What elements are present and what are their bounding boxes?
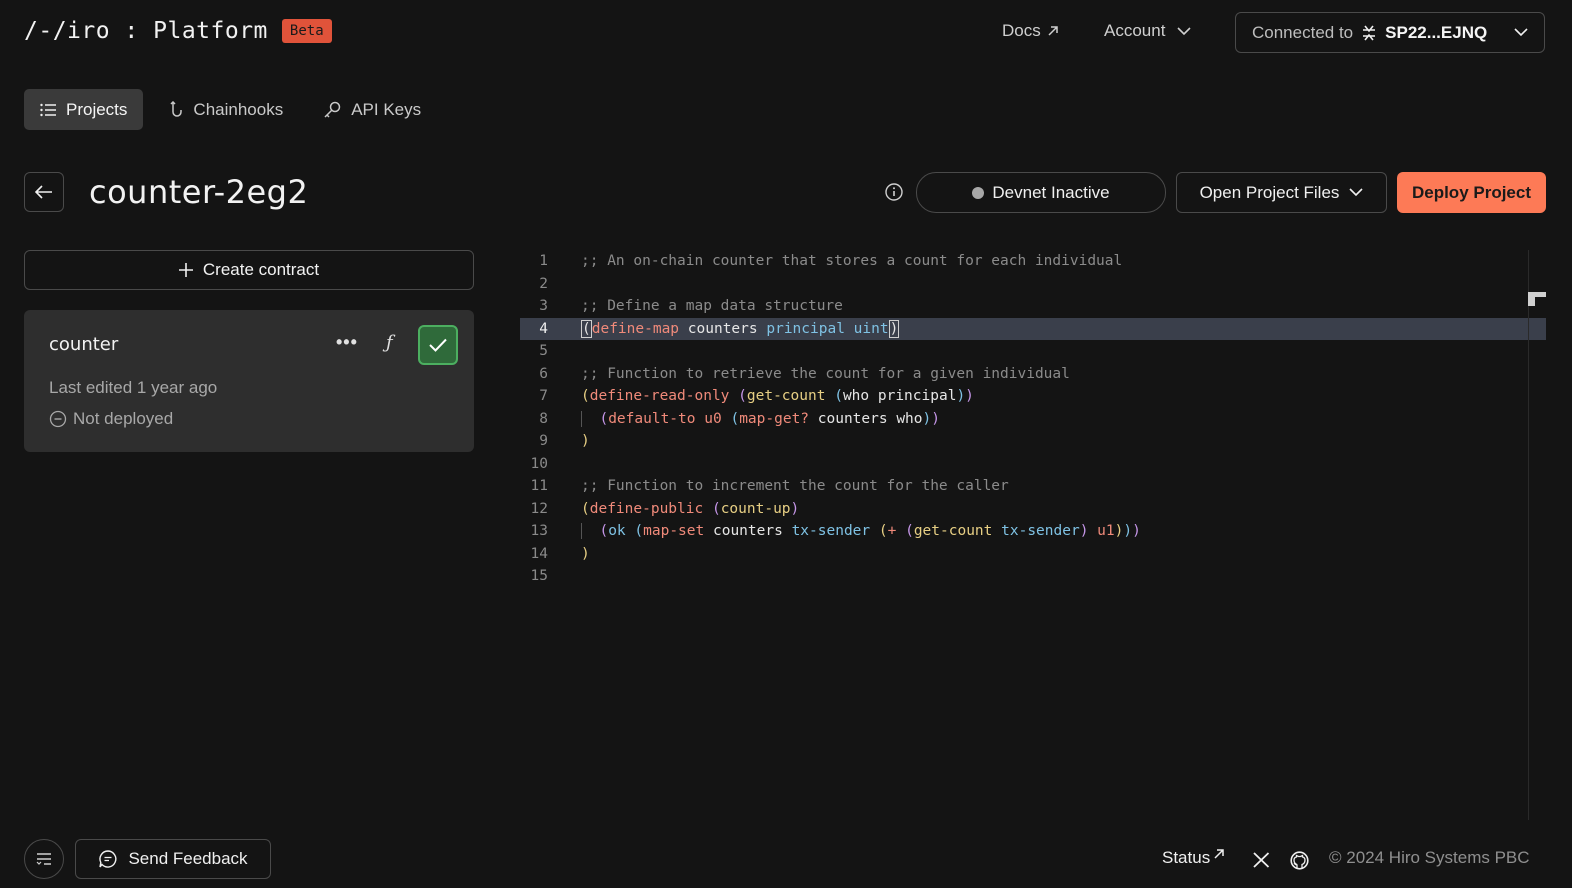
- line-number: 13: [530, 523, 548, 539]
- logo[interactable]: /-/iro : Platform Beta: [24, 18, 332, 44]
- line-number: 10: [530, 455, 548, 472]
- code-line: 14 ): [520, 543, 1546, 566]
- connected-label: Connected to: [1252, 22, 1354, 42]
- line-number: 15: [530, 568, 548, 584]
- docs-link[interactable]: Docs: [1002, 21, 1059, 41]
- code-line: 9 ): [520, 430, 1546, 453]
- code-line: 13 (ok (map-set counters tx-sender (+ (g…: [520, 520, 1546, 543]
- last-edited-text: Last edited 1 year ago: [49, 378, 218, 397]
- status-link[interactable]: Status: [1162, 848, 1225, 868]
- code-line: 11 ;; Function to increment the count fo…: [520, 475, 1546, 498]
- editor-scrollbar[interactable]: [1528, 250, 1529, 820]
- hook-icon: [167, 100, 183, 119]
- status-label: Status: [1162, 848, 1211, 867]
- more-options-icon[interactable]: •••: [336, 332, 358, 353]
- open-files-label: Open Project Files: [1199, 182, 1340, 202]
- chevron-down-icon: [1349, 188, 1363, 197]
- info-icon[interactable]: [884, 182, 904, 202]
- code-line: 10: [520, 453, 1546, 476]
- line-number: 14: [530, 545, 548, 562]
- line-number: 6: [539, 365, 548, 382]
- external-link-icon: [1213, 848, 1225, 860]
- line-number: 3: [539, 298, 548, 314]
- deploy-project-button[interactable]: Deploy Project: [1397, 172, 1546, 213]
- line-number: 11: [530, 478, 548, 494]
- line-number: 2: [539, 275, 548, 292]
- list-icon: [40, 103, 56, 117]
- contract-name: counter: [49, 334, 119, 355]
- devnet-status-button[interactable]: Devnet Inactive: [916, 172, 1166, 213]
- line-number: 8: [539, 410, 548, 427]
- code-line: 7 (define-read-only (get-count (who prin…: [520, 385, 1546, 408]
- devnet-status-label: Devnet Inactive: [992, 182, 1110, 202]
- key-icon: [323, 101, 341, 119]
- minimap-cursor-marker: [1528, 292, 1546, 306]
- wallet-address: SP22...EJNQ: [1385, 22, 1488, 42]
- chevron-down-icon: [1514, 28, 1528, 37]
- send-feedback-button[interactable]: Send Feedback: [75, 839, 271, 879]
- check-contract-button[interactable]: [418, 325, 458, 365]
- account-label: Account: [1104, 21, 1166, 40]
- minus-circle-icon: [49, 410, 67, 428]
- menu-lines-icon: [36, 853, 52, 865]
- deploy-status-label: Not deployed: [73, 409, 174, 428]
- footer-menu-button[interactable]: [24, 839, 64, 879]
- open-project-files-button[interactable]: Open Project Files: [1176, 172, 1387, 213]
- status-dot: [972, 186, 985, 199]
- function-icon[interactable]: ƒ: [386, 332, 393, 353]
- x-twitter-icon[interactable]: [1253, 852, 1270, 868]
- stacks-icon: [1361, 25, 1377, 41]
- docs-label: Docs: [1002, 21, 1041, 40]
- wallet-connection-button[interactable]: Connected to SP22...EJNQ: [1235, 12, 1545, 53]
- tab-label: Chainhooks: [193, 99, 284, 119]
- line-number: 12: [530, 500, 548, 517]
- line-number: 5: [539, 343, 548, 359]
- main-tabs: Projects Chainhooks API Keys: [24, 89, 437, 130]
- code-editor[interactable]: 1 ;; An on-chain counter that stores a c…: [520, 250, 1546, 820]
- code-line: 12 (define-public (count-up): [520, 498, 1546, 521]
- external-link-icon: [1047, 25, 1059, 37]
- arrow-left-icon: [35, 185, 53, 199]
- line-number: 1: [539, 253, 548, 269]
- tab-chainhooks[interactable]: Chainhooks: [151, 89, 299, 130]
- line-number: 9: [539, 433, 548, 449]
- create-contract-label: Create contract: [202, 260, 320, 279]
- code-line-current: 4 (define-map counters principal uint): [520, 317, 1546, 340]
- copyright-text: © 2024 Hiro Systems PBC: [1329, 848, 1530, 867]
- chevron-down-icon: [1177, 26, 1192, 36]
- back-button[interactable]: [24, 172, 64, 212]
- github-icon[interactable]: [1290, 851, 1309, 870]
- plus-icon: [178, 263, 193, 277]
- line-number: 7: [539, 388, 548, 404]
- feedback-label: Send Feedback: [128, 849, 248, 868]
- code-line: 1 ;; An on-chain counter that stores a c…: [520, 250, 1546, 273]
- beta-badge: Beta: [281, 19, 332, 43]
- tab-label: Projects: [66, 99, 128, 119]
- tab-api-keys[interactable]: API Keys: [307, 89, 437, 130]
- code-line: 5: [520, 340, 1546, 363]
- code-line: 6 ;; Function to retrieve the count for …: [520, 363, 1546, 386]
- contract-card[interactable]: counter ••• ƒ Last edited 1 year ago Not…: [24, 310, 474, 452]
- check-icon: [429, 338, 447, 352]
- tab-label: API Keys: [351, 99, 422, 119]
- chat-bubble-icon: [98, 849, 118, 869]
- code-line: 8 (default-to u0 (map-get? counters who)…: [520, 408, 1546, 431]
- create-contract-button[interactable]: Create contract: [24, 250, 474, 290]
- project-title: counter-2eg2: [89, 173, 309, 211]
- deploy-status: Not deployed: [49, 409, 173, 429]
- logo-text: /-/iro : Platform: [24, 18, 268, 44]
- account-menu[interactable]: Account: [1104, 21, 1192, 41]
- tab-projects[interactable]: Projects: [24, 89, 144, 130]
- line-number: 4: [539, 320, 548, 337]
- code-line: 15: [520, 565, 1546, 588]
- code-line: 2: [520, 273, 1546, 296]
- code-line: 3 ;; Define a map data structure: [520, 295, 1546, 318]
